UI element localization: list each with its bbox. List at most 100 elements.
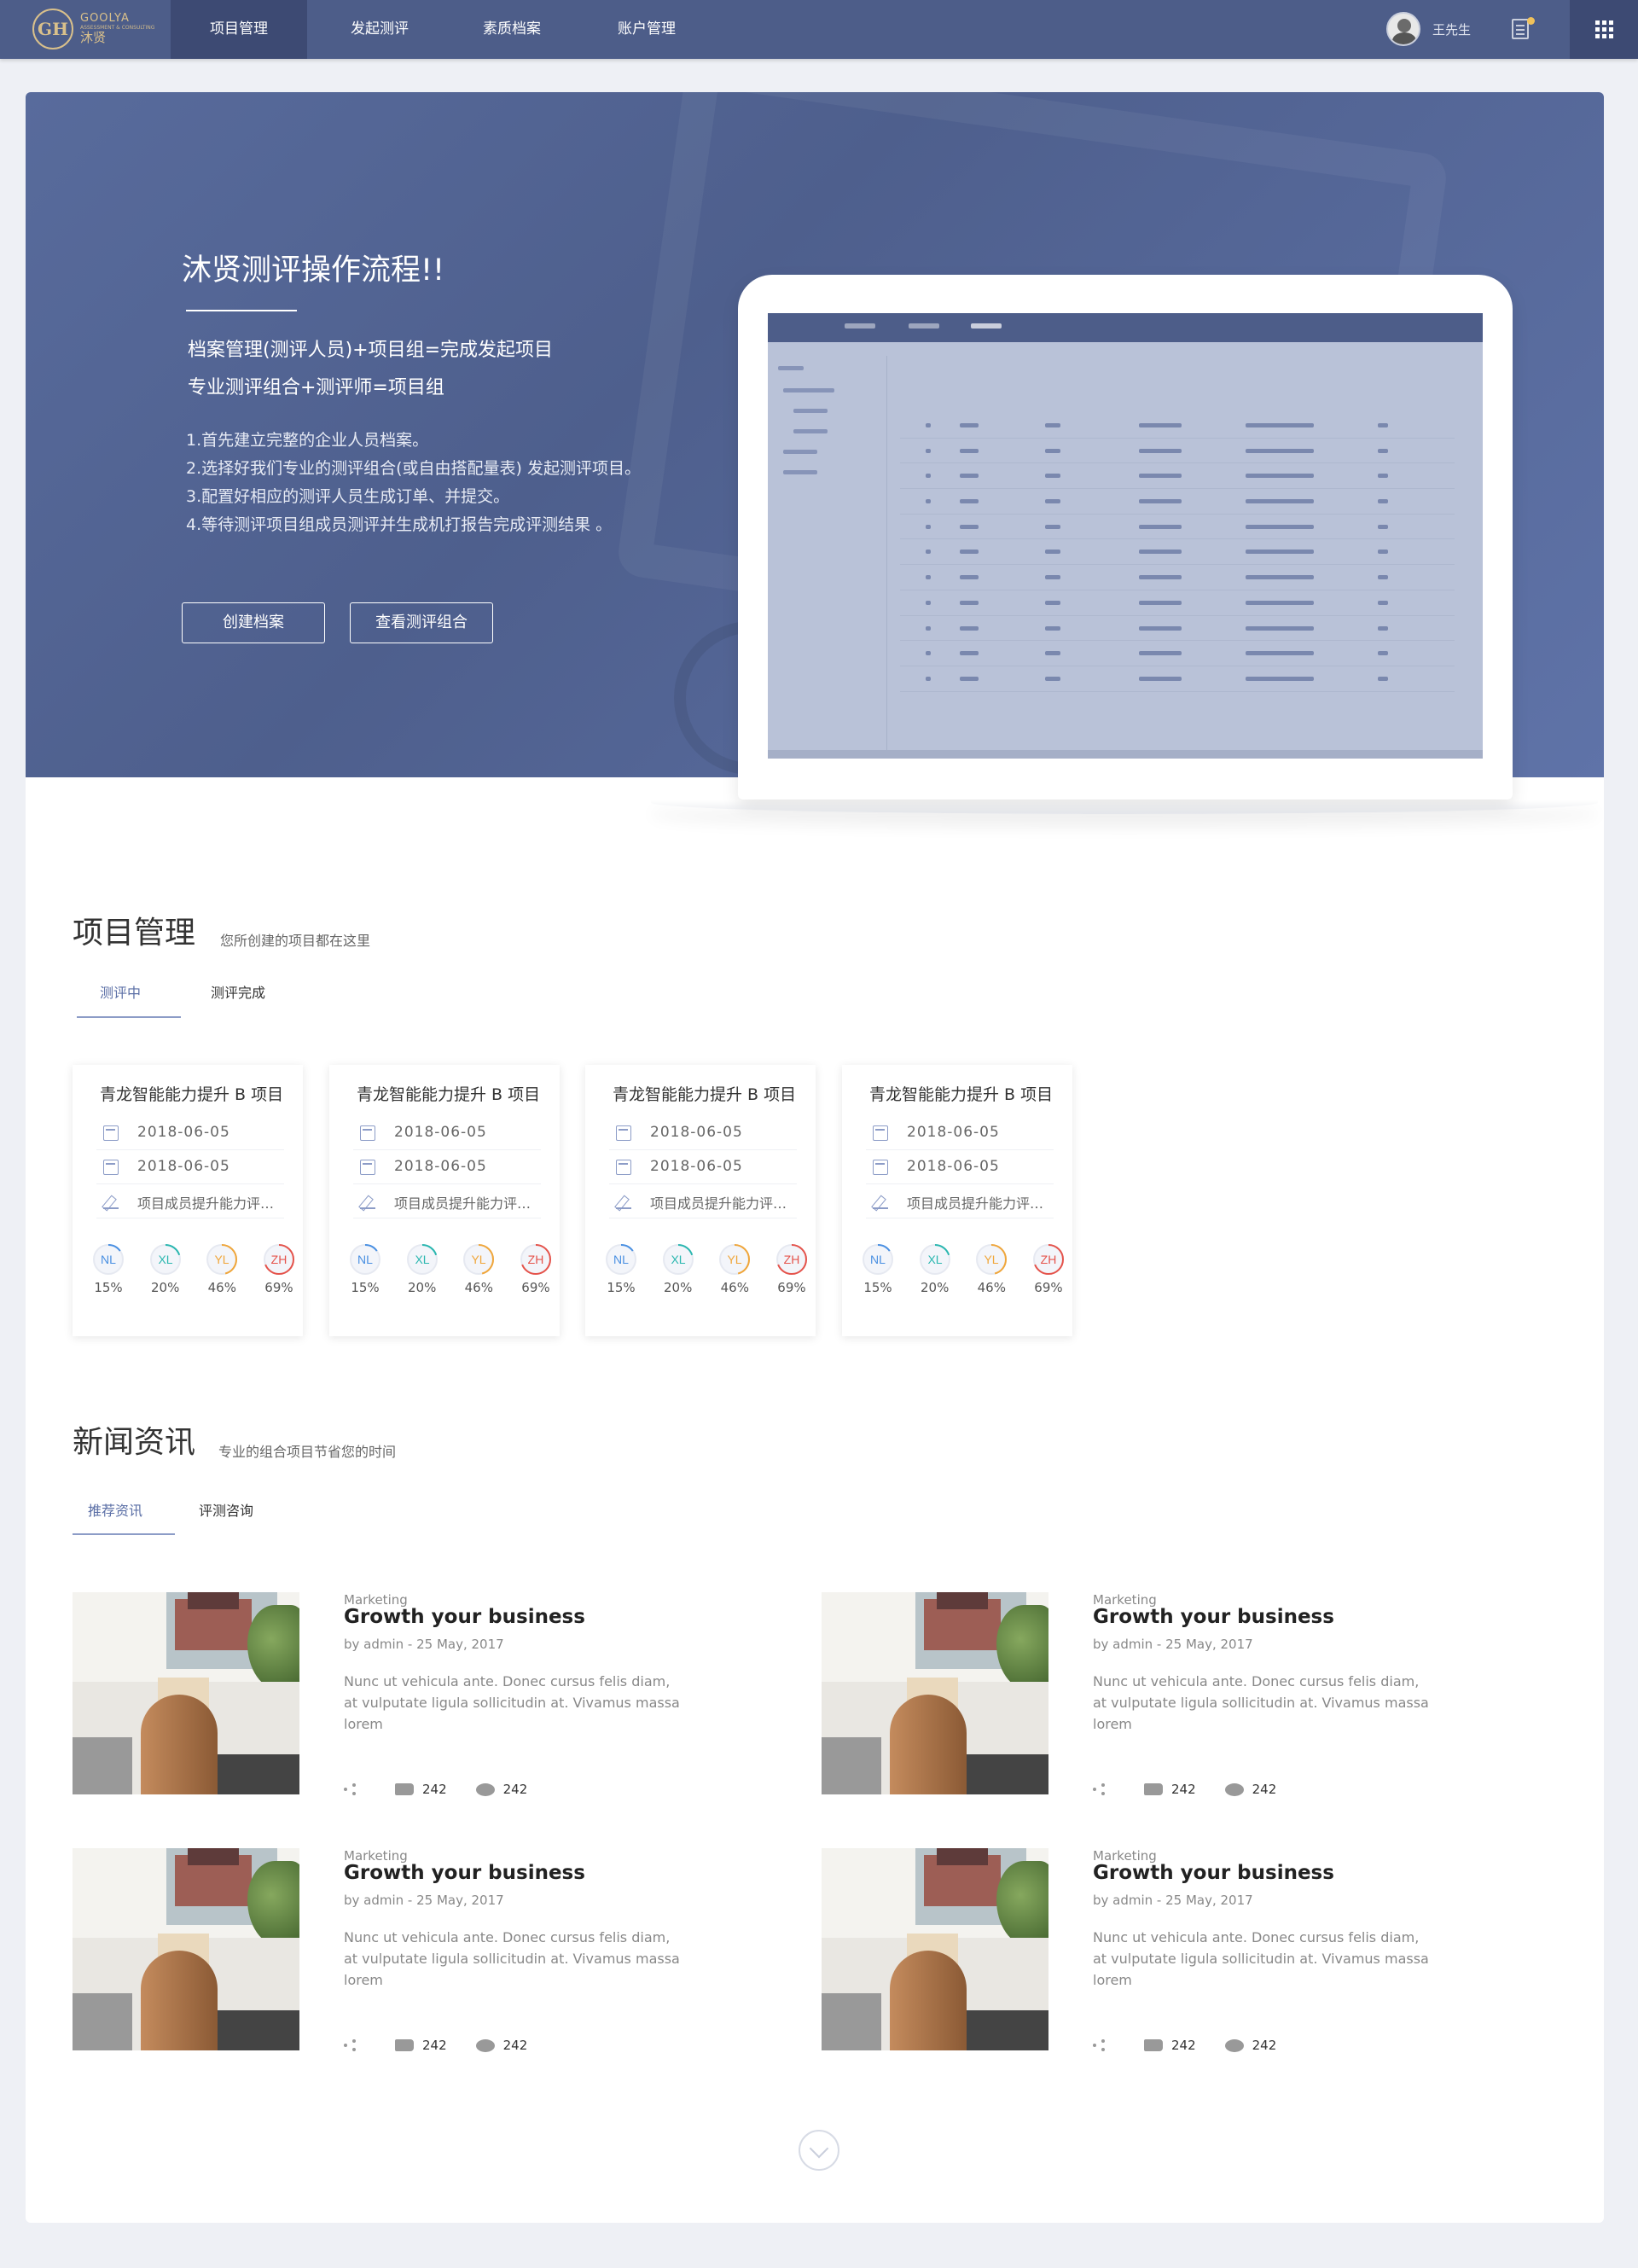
projects-description: 您所创建的项目都在这里 (220, 933, 371, 949)
nav-item-quality-archive[interactable]: 素质档案 (444, 0, 580, 59)
thumbs-up-icon[interactable] (395, 2039, 414, 2051)
svg-text:NL: NL (357, 1253, 373, 1266)
news-title[interactable]: Growth your business (1093, 1606, 1334, 1628)
thumb-laptop (822, 1737, 881, 1794)
comment-icon[interactable] (1224, 1782, 1244, 1796)
share-icon[interactable] (344, 1783, 357, 1795)
progress-ring-graphic: YL (976, 1244, 1008, 1275)
news-tab-active-indicator (73, 1533, 175, 1535)
apps-grid-button[interactable] (1570, 0, 1638, 59)
share-icon[interactable] (344, 2039, 357, 2051)
news-meta: 242 242 (344, 2038, 527, 2053)
hero-step-1: 1.首先建立完整的企业人员档案。 (186, 431, 429, 450)
screen-cell (1378, 474, 1388, 479)
share-icon[interactable] (1093, 1783, 1107, 1795)
progress-ring-zh: ZH 69% (262, 1242, 296, 1295)
laptop-screen (768, 313, 1483, 759)
hero-background-book (1356, 101, 1408, 271)
thumb-speaker (141, 1695, 218, 1794)
laptop-mockup (738, 275, 1513, 800)
news-item[interactable]: Marketing Growth your business by admin … (73, 1848, 721, 2053)
thumb-shadow (967, 1754, 1048, 1794)
thumb-speaker (890, 1951, 967, 2050)
screen-cell (1246, 524, 1314, 529)
screen-table-row (900, 666, 1455, 692)
chevron-down-circle-icon[interactable] (799, 2130, 839, 2171)
progress-ring-graphic: YL (719, 1244, 751, 1275)
tab-recommended-news[interactable]: 推荐资讯 (77, 1499, 154, 1520)
progress-ring-xl: XL 20% (405, 1242, 439, 1295)
user-menu[interactable]: 王先生 (1386, 12, 1471, 46)
hero-background-mug (454, 172, 656, 346)
nav-item-projects[interactable]: 项目管理 (171, 0, 307, 59)
tab-assessment-consulting[interactable]: 评测咨询 (188, 1499, 264, 1520)
progress-ring-graphic: ZH (263, 1244, 294, 1275)
progress-ring-zh: ZH 69% (1031, 1242, 1066, 1295)
news-thumbnail[interactable] (822, 1848, 1048, 2050)
screen-cell (1045, 524, 1060, 529)
news-thumbnail[interactable] (73, 1592, 299, 1794)
comment-icon[interactable] (1224, 2038, 1244, 2052)
like-count: 242 (1171, 2038, 1196, 2053)
progress-rings: NL 15% XL 20% YL 46% ZH 69% (91, 1242, 296, 1295)
news-description: 专业的组合项目节省您的时间 (218, 1444, 397, 1460)
grid-dot (1608, 20, 1613, 25)
ring-percent: 20% (663, 1280, 693, 1295)
screen-nav-item (845, 323, 875, 329)
news-thumbnail[interactable] (73, 1848, 299, 2050)
nav-item-launch-assessment[interactable]: 发起测评 (311, 0, 448, 59)
view-combination-button[interactable]: 查看测评组合 (350, 602, 493, 643)
screen-cell (1246, 474, 1314, 479)
screen-cell (926, 474, 931, 479)
thumb-speaker (141, 1951, 218, 2050)
screen-cell (1139, 651, 1182, 656)
news-thumbnail[interactable] (822, 1592, 1048, 1794)
news-title: 新闻资讯 (73, 1425, 196, 1460)
project-card[interactable]: 青龙智能能力提升 B 项目 2018-06-05 2018-06-05 项目成员… (329, 1065, 560, 1336)
progress-rings: NL 15% XL 20% YL 46% ZH 69% (348, 1242, 553, 1295)
screen-sidebar-line (793, 409, 828, 413)
project-start-date: 2018-06-05 (353, 1116, 541, 1150)
comment-icon[interactable] (475, 1782, 495, 1796)
progress-ring-nl: NL 15% (861, 1242, 895, 1295)
ring-percent: 46% (720, 1280, 749, 1295)
ring-percent: 20% (920, 1280, 950, 1295)
tab-in-progress[interactable]: 测评中 (78, 981, 162, 1002)
news-title[interactable]: Growth your business (344, 1606, 585, 1628)
thumbs-up-icon[interactable] (1144, 2039, 1163, 2051)
tab-completed[interactable]: 测评完成 (196, 981, 280, 1002)
project-end-date: 2018-06-05 (96, 1150, 284, 1184)
comment-count: 242 (1252, 1782, 1277, 1797)
share-icon[interactable] (1093, 2039, 1107, 2051)
news-item[interactable]: Marketing Growth your business by admin … (822, 1848, 1470, 2053)
screen-navbar (768, 313, 1483, 342)
thumb-shadow (218, 2010, 299, 2050)
thumb-roof (937, 1592, 988, 1609)
news-item[interactable]: Marketing Growth your business by admin … (822, 1592, 1470, 1797)
screen-cell (1246, 448, 1314, 453)
brand-logo[interactable]: GH GOOLYA ASSESSMENT & CONSULTING 沐贤 (32, 9, 169, 49)
news-title[interactable]: Growth your business (1093, 1862, 1334, 1884)
document-icon[interactable] (1512, 19, 1529, 39)
project-card[interactable]: 青龙智能能力提升 B 项目 2018-06-05 2018-06-05 项目成员… (585, 1065, 816, 1336)
logo-subtitle: ASSESSMENT & CONSULTING (80, 24, 155, 31)
screen-table (900, 413, 1455, 692)
comment-icon[interactable] (475, 2038, 495, 2052)
news-item[interactable]: Marketing Growth your business by admin … (73, 1592, 721, 1797)
screen-sidebar-line (783, 470, 817, 474)
create-archive-button[interactable]: 创建档案 (182, 602, 325, 643)
news-title[interactable]: Growth your business (344, 1862, 585, 1884)
nav-item-account[interactable]: 账户管理 (578, 0, 715, 59)
screen-cell (1045, 651, 1060, 656)
screen-cell (960, 423, 979, 427)
thumbs-up-icon[interactable] (1144, 1783, 1163, 1795)
start-date-text: 2018-06-05 (394, 1124, 487, 1141)
thumbs-up-icon[interactable] (395, 1783, 414, 1795)
hero-formula-2: 专业测评组合+测评师=项目组 (188, 377, 444, 398)
project-card[interactable]: 青龙智能能力提升 B 项目 2018-06-05 2018-06-05 项目成员… (73, 1065, 303, 1336)
svg-text:ZH: ZH (784, 1253, 800, 1266)
project-card[interactable]: 青龙智能能力提升 B 项目 2018-06-05 2018-06-05 项目成员… (842, 1065, 1072, 1336)
screen-cell (926, 524, 931, 529)
screen-cell (1378, 423, 1388, 427)
screen-cell (1378, 524, 1388, 529)
